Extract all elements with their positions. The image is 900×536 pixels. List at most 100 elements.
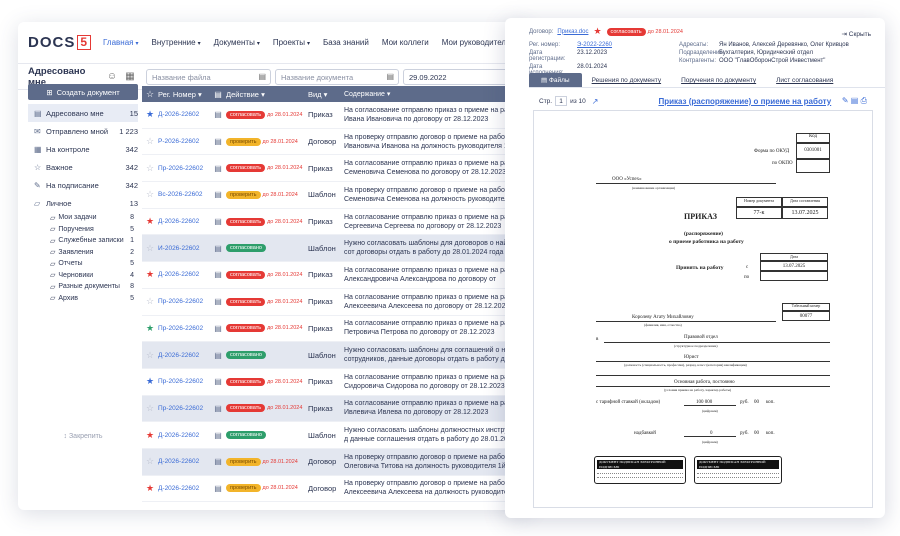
reg-number-link[interactable]: Пр-2026-22602: [158, 405, 210, 412]
sidebar-item[interactable]: ☆ Важное 342: [28, 158, 138, 176]
table-row[interactable]: ☆ Пр-2026-22602 ▤ согласовать до 28.01.2024 П…: [142, 155, 528, 183]
star-icon[interactable]: ☆: [142, 350, 158, 361]
nav-item[interactable]: Мои руководители: [442, 38, 511, 47]
table-row[interactable]: ☆ Пр-2026-22602 ▤ согласовать до 28.01.2024 П…: [142, 289, 528, 316]
nav-item[interactable]: Документы ▾: [214, 38, 260, 47]
reg-number-link[interactable]: Пр-2026-22602: [158, 378, 210, 385]
sidebar-subitem[interactable]: ▱ Архив 5: [28, 293, 138, 305]
nav-item[interactable]: Внутренние ▾: [152, 38, 201, 47]
reg-number-link[interactable]: Д-2026-22602: [158, 111, 210, 118]
star-icon[interactable]: ★: [142, 269, 158, 280]
document-link[interactable]: Приказ.doc: [557, 29, 588, 35]
star-icon[interactable]: ★: [142, 323, 158, 334]
table-row[interactable]: ☆ Р-2026-22602 ▤ проверить до 28.01.2024 Дого…: [142, 129, 528, 156]
star-icon[interactable]: ☆: [142, 296, 158, 307]
star-icon[interactable]: ★: [142, 376, 158, 387]
star-icon[interactable]: ☆: [142, 403, 158, 414]
reg-number-link[interactable]: Д-2026-22602: [158, 485, 210, 492]
document-name-input[interactable]: Название документа ▤: [275, 68, 399, 85]
reg-number-link[interactable]: Д-2026-22602: [158, 432, 210, 439]
pin-button[interactable]: ↕ Закрепить: [28, 433, 138, 440]
export-icon[interactable]: ▤: [851, 96, 859, 105]
sidebar-subitem[interactable]: ▱ Мои задачи 8: [28, 212, 138, 224]
col-reg-number[interactable]: Рег. Номер ▾: [158, 90, 210, 99]
sidebar-subitem[interactable]: ▱ Заявления 2: [28, 247, 138, 259]
nav-item[interactable]: Проекты ▾: [273, 38, 310, 47]
star-icon[interactable]: ★: [142, 483, 158, 494]
status-badge: согласовать: [226, 270, 266, 279]
col-kind[interactable]: Вид ▾: [308, 90, 344, 99]
sidebar-subitem[interactable]: ▱ Черновики 4: [28, 270, 138, 282]
chevron-down-icon: ▾: [197, 41, 201, 47]
table-row[interactable]: ★ Пр-2026-22602 ▤ согласовать до 28.01.2024 П…: [142, 316, 528, 343]
open-external-icon[interactable]: ↗: [592, 97, 599, 106]
sidebar-item[interactable]: ▱ Личное 13: [28, 194, 138, 212]
table-row[interactable]: ☆ Вс-2026-22602 ▤ проверить до 28.01.2024 Шаб…: [142, 182, 528, 209]
sidebar-item[interactable]: ▤ Адресовано мне 15: [28, 104, 138, 122]
print-icon[interactable]: ⎙: [861, 96, 867, 105]
sidebar-item[interactable]: ✉ Отправлено мной 1 223: [28, 122, 138, 140]
col-action[interactable]: Действие ▾: [226, 90, 308, 99]
reg-number-link[interactable]: Д-2026-22602: [158, 458, 210, 465]
reg-number-link[interactable]: И-2026-22602: [158, 245, 210, 252]
sidebar-subitem[interactable]: ▱ Служебные записки 1: [28, 235, 138, 247]
star-icon[interactable]: ☆: [142, 136, 158, 147]
date-input[interactable]: 29.09.2022: [403, 68, 515, 85]
star-icon[interactable]: ☆: [142, 189, 158, 200]
page-input[interactable]: 1: [555, 96, 568, 106]
tab-3[interactable]: Лист согласования: [766, 77, 843, 87]
table-row[interactable]: ☆ Д-2026-22602 ▤ проверить до 28.01.2024 Дого…: [142, 448, 528, 476]
table-row[interactable]: ☆ И-2026-22602 ▤ согласовано Шаблон Нужно сог…: [142, 235, 528, 263]
reg-number-link[interactable]: Д-2026-22602: [158, 352, 210, 359]
reg-number-link[interactable]: Э-2022-2260: [577, 42, 612, 48]
star-icon[interactable]: ☆: [142, 456, 158, 467]
status-badge: согласовать: [226, 164, 266, 173]
table-row[interactable]: ★ Д-2026-22602 ▤ согласовать до 28.01.2024 Пр…: [142, 209, 528, 236]
sidebar-subitem[interactable]: ▱ Поручения 5: [28, 224, 138, 236]
reg-number-link[interactable]: Пр-2026-22602: [158, 298, 210, 305]
folder-icon: ▱: [34, 198, 41, 208]
create-document-button[interactable]: ⊞ Создать документ: [28, 84, 138, 100]
sidebar-item[interactable]: ✎ На подписание 342: [28, 176, 138, 194]
reg-number-link[interactable]: Пр-2026-22602: [158, 325, 210, 332]
sidebar-subitem[interactable]: ▱ Отчеты 5: [28, 258, 138, 270]
status-badge: согласовать: [226, 217, 266, 226]
nav-item[interactable]: База знаний: [323, 38, 369, 47]
col-content[interactable]: Содержание ▾: [344, 90, 528, 99]
calendar-grid-icon[interactable]: ▦: [124, 71, 136, 83]
reg-number-link[interactable]: Д-2026-22602: [158, 271, 210, 278]
reg-number-link[interactable]: Р-2026-22602: [158, 138, 210, 145]
sidebar-subitem[interactable]: ▱ Разные документы 8: [28, 281, 138, 293]
hide-button[interactable]: ⇥ Скрыть: [842, 30, 871, 38]
star-icon[interactable]: ★: [142, 109, 158, 120]
nav-item[interactable]: Главная ▾: [103, 38, 138, 47]
star-icon[interactable]: ☆: [142, 163, 158, 174]
table-row[interactable]: ☆ Д-2026-22602 ▤ согласовано Шаблон Нужно сог…: [142, 342, 528, 369]
star-icon[interactable]: ★: [142, 430, 158, 441]
table-row[interactable]: ★ Д-2026-22602 ▤ согласовано Шаблон Нужно сог…: [142, 422, 528, 449]
reg-number-link[interactable]: Вс-2026-22602: [158, 191, 210, 198]
user-icon[interactable]: ☺: [106, 71, 118, 83]
edit-icon[interactable]: ✎: [842, 96, 849, 105]
action-cell: согласовать до 28.01.2024: [226, 217, 308, 226]
sidebar-item[interactable]: ▦ На контроле 342: [28, 140, 138, 158]
document-header: Договор: Приказ.doc ★ согласовать до 28.…: [529, 26, 871, 76]
star-icon[interactable]: ★: [593, 26, 601, 37]
star-icon[interactable]: ☆: [142, 243, 158, 254]
nav-item[interactable]: Мои коллеги: [382, 38, 429, 47]
action-cell: проверить до 28.01.2024: [226, 137, 308, 146]
table-row[interactable]: ☆ Пр-2026-22602 ▤ согласовать до 28.01.2024 П…: [142, 395, 528, 423]
star-icon[interactable]: ★: [142, 216, 158, 227]
logo[interactable]: DOCS 5: [28, 34, 92, 51]
table-row[interactable]: ★ Пр-2026-22602 ▤ согласовать до 28.01.2024 П…: [142, 369, 528, 396]
reg-number-link[interactable]: Пр-2026-22602: [158, 165, 210, 172]
table-row[interactable]: ★ Д-2026-22602 ▤ проверить до 28.01.2024 Дого…: [142, 476, 528, 503]
tab-2[interactable]: Поручения по документу: [671, 77, 766, 87]
reg-number-link[interactable]: Д-2026-22602: [158, 218, 210, 225]
table-row[interactable]: ★ Д-2026-22602 ▤ согласовать до 28.01.2024 Пр…: [142, 102, 528, 129]
tab-1[interactable]: Решения по документу: [582, 77, 671, 87]
file-name-input[interactable]: Название файла ▤: [146, 68, 271, 85]
document-title[interactable]: Приказ (распоряжение) о приеме на работу: [658, 97, 831, 106]
table-row[interactable]: ★ Д-2026-22602 ▤ согласовать до 28.01.2024 Пр…: [142, 262, 528, 289]
item-count: 1 223: [119, 126, 138, 136]
